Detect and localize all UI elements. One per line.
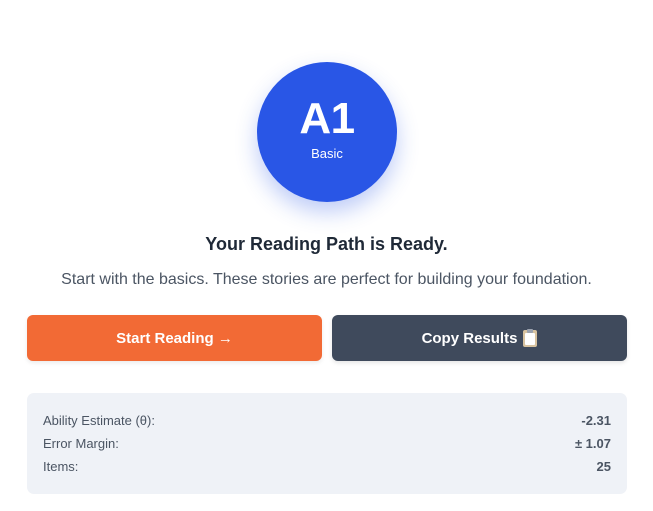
stat-value: ± 1.07	[574, 436, 611, 451]
level-badge: A1 Basic	[257, 62, 397, 202]
stat-row-error-margin: Error Margin: ± 1.07	[43, 432, 611, 455]
results-page: A1 Basic Your Reading Path is Ready. Sta…	[0, 0, 653, 511]
stat-row-ability: Ability Estimate (θ): -2.31	[43, 409, 611, 432]
level-name: Basic	[311, 146, 343, 161]
stat-label: Items:	[43, 459, 79, 474]
stat-value: 25	[596, 459, 611, 474]
results-description: Start with the basics. These stories are…	[61, 271, 592, 288]
level-code: A1	[299, 94, 355, 143]
stat-label: Error Margin:	[43, 436, 119, 451]
results-headline: Your Reading Path is Ready.	[205, 234, 448, 254]
stat-label: Ability Estimate (θ):	[43, 413, 155, 428]
start-reading-button[interactable]: Start Reading →	[27, 315, 322, 361]
copy-results-button[interactable]: Copy Results	[332, 315, 627, 361]
clipboard-icon	[523, 328, 538, 347]
stat-row-items: Items: 25	[43, 455, 611, 478]
stats-panel: Ability Estimate (θ): -2.31 Error Margin…	[27, 393, 627, 494]
start-reading-label: Start Reading →	[116, 329, 233, 347]
stat-value: -2.31	[581, 413, 611, 428]
copy-results-label: Copy Results	[421, 329, 518, 347]
